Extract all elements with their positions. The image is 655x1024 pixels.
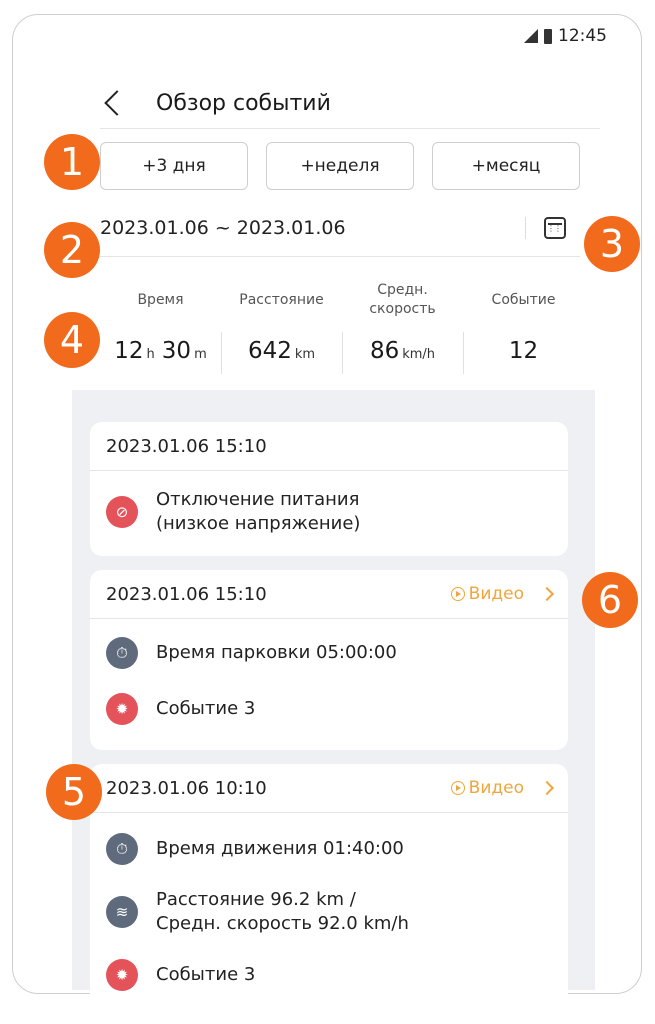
stopwatch-icon: ⏱: [106, 637, 138, 669]
stat-events: Событие 12: [463, 272, 584, 374]
car-impact-icon: ✹: [106, 693, 138, 725]
date-range-text: 2023.01.06 ~ 2023.01.06: [100, 217, 346, 239]
stat-speed-label: Средн. скорость: [369, 272, 435, 328]
event-card[interactable]: 2023.01.06 15:10 ⊘ Отключение питания (н…: [90, 422, 568, 556]
callout-badge-1: 1: [44, 134, 100, 190]
card-time: 2023.01.06 15:10: [106, 583, 267, 605]
stat-time-value: 12 h 30 m: [114, 338, 206, 364]
card-header: 2023.01.06 15:10: [90, 422, 568, 471]
battery-icon: [544, 28, 552, 44]
stat-speed-label-line1: Средн.: [377, 282, 428, 298]
signal-icon: [524, 29, 538, 43]
play-icon: [450, 587, 465, 601]
date-range-row: 2023.01.06 ~ 2023.01.06: [100, 200, 580, 257]
stat-speed-value: 86 km/h: [370, 338, 435, 364]
plus-week-button[interactable]: +неделя: [266, 142, 414, 190]
stat-avg-speed: Средн. скорость 86 km/h: [342, 272, 463, 374]
callout-badge-3: 3: [584, 216, 640, 272]
event-text: Отключение питания (низкое напряжение): [156, 488, 360, 536]
stat-distance: Расстояние 642 km: [221, 272, 342, 374]
stat-time-minutes: 30: [161, 338, 192, 364]
callout-badge-5: 5: [46, 764, 102, 820]
card-time: 2023.01.06 10:10: [106, 777, 267, 799]
stat-time-label: Время: [137, 291, 184, 308]
stat-distance-value: 642 km: [248, 338, 315, 364]
stat-time-hours: 12: [114, 338, 144, 364]
event-text-line2: (низкое напряжение): [156, 513, 361, 534]
event-card[interactable]: 2023.01.06 15:10 Видео ⏱ Время парковки …: [90, 570, 568, 750]
stat-distance-number: 642: [247, 338, 292, 364]
stat-events-number: 12: [508, 338, 539, 364]
card-time: 2023.01.06 15:10: [106, 435, 267, 457]
stat-events-value: 12: [509, 338, 538, 364]
status-bar: 12:45: [524, 26, 607, 46]
app-header: Обзор событий: [100, 78, 600, 129]
plus-3-days-button[interactable]: +3 дня: [100, 142, 248, 190]
stopwatch-icon: ⏱: [106, 833, 138, 865]
callout-badge-4: 4: [44, 312, 100, 368]
event-card[interactable]: 2023.01.06 10:10 Видео ⏱ Время движения …: [90, 764, 568, 1024]
video-label: Видео: [468, 584, 524, 604]
status-time: 12:45: [558, 26, 607, 46]
event-row: ≋ Расстояние 96.2 km / Средн. скорость 9…: [90, 877, 568, 947]
video-link[interactable]: Видео: [450, 778, 555, 798]
play-icon: [450, 781, 465, 795]
chevron-right-icon: [539, 586, 555, 602]
range-button-group: +3 дня +неделя +месяц: [100, 142, 580, 190]
event-text: Время движения 01:40:00: [156, 838, 404, 859]
plus-month-button[interactable]: +месяц: [432, 142, 580, 190]
car-impact-icon: ✹: [106, 959, 138, 991]
stat-speed-number: 86: [369, 338, 400, 364]
chevron-right-icon: [539, 780, 555, 796]
event-text-line1: Расстояние 96.2 km /: [156, 889, 356, 910]
callout-badge-6: 6: [582, 572, 638, 628]
video-label: Видео: [468, 778, 524, 798]
back-arrow-icon[interactable]: [104, 90, 130, 116]
power-off-icon: ⊘: [106, 496, 138, 528]
event-row: ⏱ Время парковки 05:00:00: [90, 625, 568, 681]
event-text: Событие 3: [156, 698, 256, 719]
event-text: Время парковки 05:00:00: [156, 642, 397, 663]
stat-distance-unit: km: [294, 347, 316, 362]
event-text-line1: Отключение питания: [156, 489, 360, 510]
event-text: Расстояние 96.2 km / Средн. скорость 92.…: [156, 888, 409, 936]
event-row: ⏱ Время движения 01:40:00: [90, 821, 568, 877]
stat-time-hours-unit: h: [146, 347, 155, 362]
event-feed[interactable]: 2023.01.06 15:10 ⊘ Отключение питания (н…: [72, 390, 595, 1024]
event-row: ✹ Событие 3: [90, 947, 568, 1003]
stat-distance-label: Расстояние: [239, 291, 324, 308]
card-header: 2023.01.06 10:10 Видео: [90, 764, 568, 813]
divider: [525, 217, 526, 239]
route-icon: ≋: [106, 896, 138, 928]
stat-speed-label-line2: скорость: [369, 301, 436, 317]
video-link[interactable]: Видео: [450, 584, 555, 604]
event-text-line2: Средн. скорость 92.0 km/h: [156, 913, 409, 934]
page-title: Обзор событий: [156, 90, 331, 116]
stat-speed-unit: km/h: [402, 347, 436, 362]
stat-time: Время 12 h 30 m: [100, 272, 221, 365]
event-row: ✹ Событие 3: [90, 681, 568, 737]
card-header: 2023.01.06 15:10 Видео: [90, 570, 568, 619]
callout-badge-2: 2: [44, 222, 100, 278]
summary-stats: Время 12 h 30 m Расстояние 642 km Средн.…: [100, 272, 584, 374]
event-text: Событие 3: [156, 964, 256, 985]
stat-time-minutes-unit: m: [194, 347, 207, 362]
calendar-icon[interactable]: [544, 217, 568, 239]
event-row: ⊘ Отключение питания (низкое напряжение): [90, 471, 568, 553]
stat-events-label: Событие: [491, 291, 556, 308]
